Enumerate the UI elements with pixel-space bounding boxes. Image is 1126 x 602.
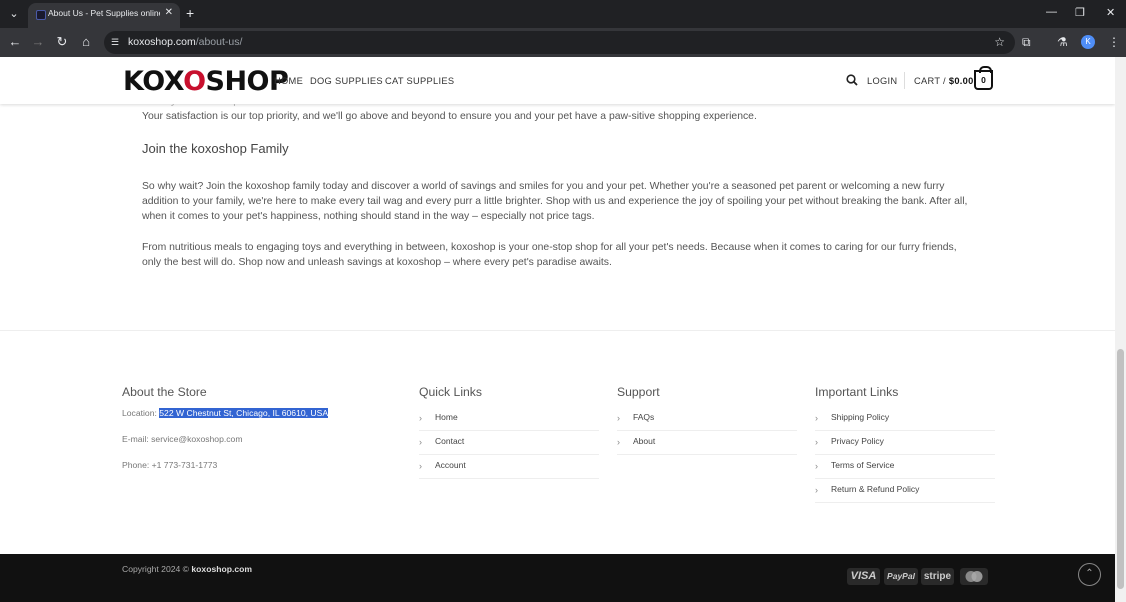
labs-icon[interactable]: ⚗ xyxy=(1057,35,1068,49)
profile-avatar[interactable]: K xyxy=(1081,35,1095,49)
cart-count-badge[interactable]: 0 xyxy=(974,66,993,90)
site-info-icon[interactable]: ☰ xyxy=(111,37,121,47)
chevron-right-icon: › xyxy=(617,437,620,447)
home-icon[interactable]: ⌂ xyxy=(78,34,94,50)
chevron-right-icon: › xyxy=(815,485,818,495)
footer-location: Location: 522 W Chestnut St, Chicago, IL… xyxy=(122,408,329,418)
search-icon[interactable] xyxy=(846,74,858,86)
site-header: KOXOSHOP HOME DOG SUPPLIES CAT SUPPLIES … xyxy=(0,57,1115,104)
footer-bottom-bar: Copyright 2024 © koxoshop.com VISA PayPa… xyxy=(0,554,1115,602)
page-scrollbar[interactable] xyxy=(1115,57,1126,602)
browser-tab-bar: ⌄ About Us - Pet Supplies online ✕ + — ❐… xyxy=(0,0,1126,28)
browser-toolbar: ← → ↻ ⌂ ☰ koxoshop.com/about-us/ ☆ ⧉ ⚗ ⋮ xyxy=(0,28,1126,57)
bookmark-star-icon[interactable]: ☆ xyxy=(994,35,1005,49)
chevron-right-icon: › xyxy=(617,413,620,423)
footer-about-title: About the Store xyxy=(122,385,207,399)
footer-link-home[interactable]: › Home xyxy=(419,407,599,431)
closing-paragraph: From nutritious meals to engaging toys a… xyxy=(142,242,957,268)
extensions-icon[interactable]: ⧉ xyxy=(1022,35,1031,50)
restore-icon[interactable]: ❐ xyxy=(1075,6,1085,19)
footer-email[interactable]: E-mail: service@koxoshop.com xyxy=(122,434,242,444)
favicon-icon xyxy=(36,10,46,20)
important-links-title: Important Links xyxy=(815,385,899,399)
location-selected-text[interactable]: 522 W Chestnut St, Chicago, IL 60610, US… xyxy=(159,408,329,418)
header-divider xyxy=(904,72,905,89)
footer-link-faqs[interactable]: › FAQs xyxy=(617,407,797,431)
footer-link-contact[interactable]: › Contact xyxy=(419,431,599,455)
back-icon[interactable]: ← xyxy=(7,34,23,50)
footer-link-about[interactable]: › About xyxy=(617,431,797,455)
join-heading: Join the koxoshop Family xyxy=(142,141,289,156)
chevron-right-icon: › xyxy=(419,461,422,471)
join-paragraph: So why wait? Join the koxoshop family to… xyxy=(142,181,968,222)
footer-important: Important Links xyxy=(815,385,898,407)
site-logo[interactable]: KOXOSHOP xyxy=(123,66,289,97)
footer-phone[interactable]: Phone: +1 773-731-1773 xyxy=(122,460,217,470)
satisfaction-paragraph: Your satisfaction is our top priority, a… xyxy=(142,111,757,122)
new-tab-button[interactable]: + xyxy=(186,5,194,21)
tab-search-icon[interactable]: ⌄ xyxy=(4,5,24,23)
footer-support: Support xyxy=(617,385,660,407)
address-bar[interactable]: ☰ koxoshop.com/about-us/ ☆ xyxy=(104,31,1015,54)
window-close-icon[interactable]: ✕ xyxy=(1106,6,1115,19)
stripe-icon: stripe xyxy=(921,568,954,585)
mastercard-icon xyxy=(960,568,988,585)
footer-link-account[interactable]: › Account xyxy=(419,455,599,479)
footer-about: About the Store xyxy=(122,385,402,407)
url-text[interactable]: koxoshop.com/about-us/ xyxy=(128,36,242,48)
chevron-right-icon: › xyxy=(815,413,818,423)
visa-icon: VISA xyxy=(847,568,880,585)
cart-link[interactable]: CART / $0.00 xyxy=(914,76,974,86)
footer-link-privacy[interactable]: › Privacy Policy xyxy=(815,431,995,455)
tab-close-icon[interactable]: ✕ xyxy=(165,7,173,18)
chevron-right-icon: › xyxy=(815,461,818,471)
back-to-top-button[interactable]: ⌃ xyxy=(1078,563,1101,586)
page-viewport: customer. So rest assured we're here to … xyxy=(0,57,1115,602)
footer-link-refund[interactable]: › Return & Refund Policy xyxy=(815,479,995,503)
nav-cat-supplies[interactable]: CAT SUPPLIES xyxy=(385,76,454,86)
nav-dog-supplies[interactable]: DOG SUPPLIES xyxy=(310,76,383,86)
copyright-site-link[interactable]: koxoshop.com xyxy=(191,564,252,574)
forward-icon[interactable]: → xyxy=(30,34,46,50)
nav-home[interactable]: HOME xyxy=(274,76,303,86)
minimize-icon[interactable]: — xyxy=(1046,6,1057,18)
quick-links-title: Quick Links xyxy=(419,385,482,399)
login-link[interactable]: LOGIN xyxy=(867,76,897,86)
footer-quick-links: Quick Links xyxy=(419,385,482,407)
browser-tab[interactable]: About Us - Pet Supplies online ✕ xyxy=(28,3,180,28)
footer-link-shipping[interactable]: › Shipping Policy xyxy=(815,407,995,431)
paypal-icon: PayPal xyxy=(884,568,918,585)
footer-link-terms[interactable]: › Terms of Service xyxy=(815,455,995,479)
copyright: Copyright 2024 © koxoshop.com xyxy=(122,564,253,574)
menu-kebab-icon[interactable]: ⋮ xyxy=(1108,35,1120,49)
chevron-right-icon: › xyxy=(815,437,818,447)
tab-title: About Us - Pet Supplies online xyxy=(48,8,160,18)
support-title: Support xyxy=(617,385,660,399)
reload-icon[interactable]: ↻ xyxy=(54,34,70,50)
chevron-right-icon: › xyxy=(419,437,422,447)
footer-divider xyxy=(0,330,1115,331)
chevron-right-icon: › xyxy=(419,413,422,423)
scrollbar-thumb[interactable] xyxy=(1117,349,1124,589)
